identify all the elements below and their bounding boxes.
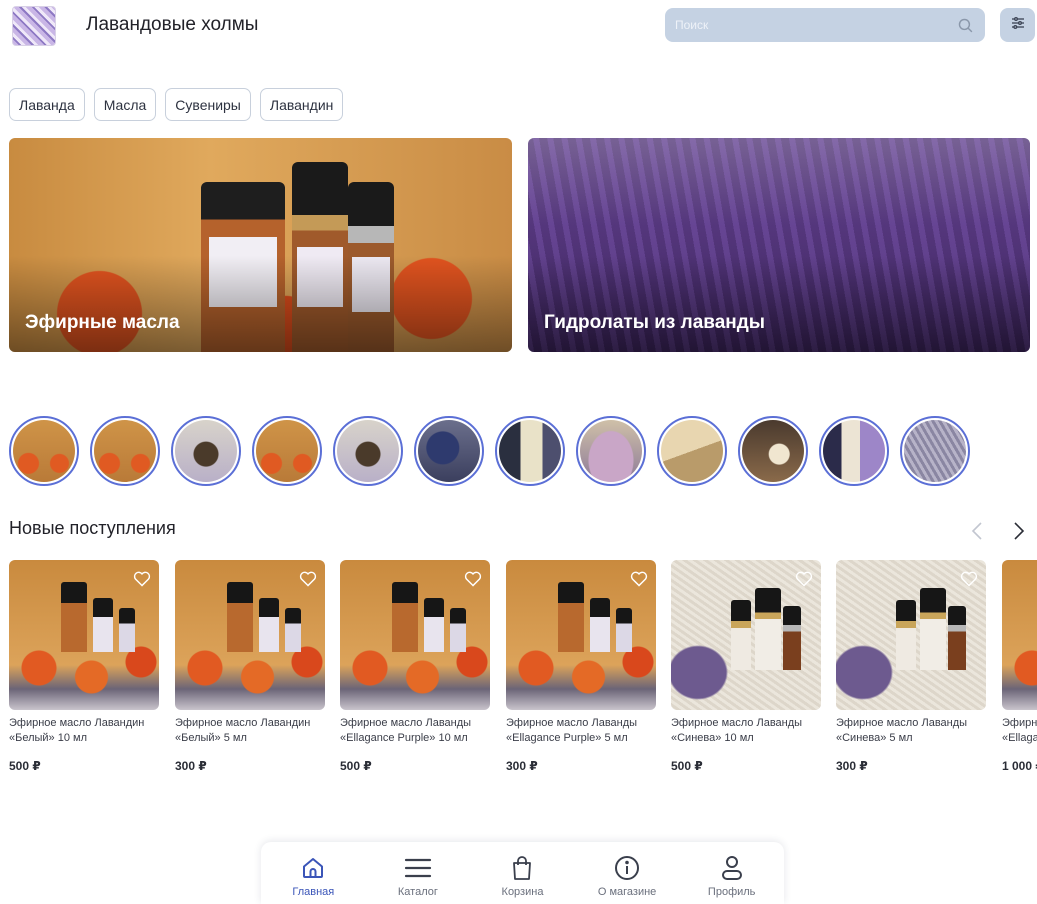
- story-item[interactable]: [576, 416, 646, 486]
- story-item[interactable]: [414, 416, 484, 486]
- search-icon[interactable]: [955, 15, 975, 35]
- story-item[interactable]: [900, 416, 970, 486]
- product-image[interactable]: [836, 560, 986, 710]
- chip-lavanda[interactable]: Лаванда: [9, 88, 85, 121]
- story-item[interactable]: [738, 416, 808, 486]
- product-price: 300 ₽: [175, 759, 207, 773]
- product-name[interactable]: Эфирное масло Лаванды «Ellagance Purple»…: [340, 716, 490, 746]
- product-card[interactable]: Эфирное масло Лаванды «Синева» 10 мл 500…: [671, 560, 821, 773]
- product-image[interactable]: [9, 560, 159, 710]
- product-card[interactable]: Эфирное масло Лаванды «Ellagance Purple»…: [340, 560, 490, 773]
- products-carousel: Эфирное масло Лавандин «Белый» 10 мл 500…: [9, 560, 1037, 790]
- sliders-icon: [1010, 15, 1026, 36]
- nav-home-label: Главная: [292, 886, 335, 898]
- banner-title: Гидролаты из лаванды: [544, 312, 766, 333]
- stories-row: [9, 416, 970, 486]
- product-price: 300 ₽: [506, 759, 538, 773]
- home-icon: [298, 854, 328, 882]
- favorite-heart-icon[interactable]: [131, 568, 153, 590]
- chevron-left-icon: [971, 521, 983, 546]
- search-bar[interactable]: [665, 8, 985, 42]
- nav-about[interactable]: О магазине: [582, 854, 672, 904]
- story-item[interactable]: [657, 416, 727, 486]
- product-name[interactable]: Эфирное масло Лаванды «Ellagance Purple»…: [506, 716, 656, 746]
- product-price: 300 ₽: [836, 759, 868, 773]
- product-name[interactable]: Эфирное масло Лаванды «Синева» 5 мл: [836, 716, 986, 746]
- product-name[interactable]: Эфирное масло Лавандин «Белый» 10 мл: [9, 716, 159, 746]
- nav-home[interactable]: Главная: [268, 854, 358, 904]
- nav-catalog-label: Каталог: [397, 886, 438, 898]
- product-image[interactable]: [671, 560, 821, 710]
- product-image[interactable]: [506, 560, 656, 710]
- favorite-heart-icon[interactable]: [462, 568, 484, 590]
- story-item[interactable]: [495, 416, 565, 486]
- product-image[interactable]: [1002, 560, 1037, 710]
- nav-profile-label: Профиль: [707, 886, 756, 898]
- app-title: Лавандовые холмы: [86, 14, 259, 35]
- story-item[interactable]: [333, 416, 403, 486]
- story-item[interactable]: [252, 416, 322, 486]
- chip-masla[interactable]: Масла: [93, 88, 157, 121]
- filter-button[interactable]: [1000, 8, 1035, 42]
- product-card[interactable]: Эфирное масло Лаванды «Синева» 5 мл 300 …: [836, 560, 986, 773]
- favorite-heart-icon[interactable]: [958, 568, 980, 590]
- carousel-next-button[interactable]: [1005, 518, 1033, 548]
- bottom-navigation: Главная Каталог Корзина О магазине Профи…: [261, 842, 784, 904]
- product-price: 500 ₽: [9, 759, 41, 773]
- info-icon: [612, 854, 642, 882]
- story-item[interactable]: [90, 416, 160, 486]
- nav-cart[interactable]: Корзина: [477, 854, 567, 904]
- search-input[interactable]: [675, 18, 955, 32]
- banner-title: Эфирные масла: [25, 312, 180, 333]
- story-item[interactable]: [819, 416, 889, 486]
- user-icon: [717, 854, 747, 882]
- nav-about-label: О магазине: [597, 886, 657, 898]
- nav-catalog[interactable]: Каталог: [373, 854, 463, 904]
- favorite-heart-icon[interactable]: [628, 568, 650, 590]
- chip-suveniry[interactable]: Сувениры: [165, 88, 251, 121]
- story-item[interactable]: [171, 416, 241, 486]
- product-image[interactable]: [175, 560, 325, 710]
- favorite-heart-icon[interactable]: [793, 568, 815, 590]
- product-card[interactable]: Эфирное масло Лавандин «Белый» 5 мл 300 …: [175, 560, 325, 773]
- section-title-new-arrivals: Новые поступления: [9, 518, 176, 538]
- product-name[interactable]: Эфирное масло Лаванды «Ellagance Purple»…: [1002, 716, 1037, 746]
- story-item[interactable]: [9, 416, 79, 486]
- product-card[interactable]: Эфирное масло Лаванды «Ellagance Purple»…: [506, 560, 656, 773]
- chip-lavandin[interactable]: Лавандин: [259, 88, 344, 121]
- logo[interactable]: [12, 6, 56, 46]
- product-price: 500 ₽: [671, 759, 703, 773]
- product-price: 500 ₽: [340, 759, 372, 773]
- nav-profile[interactable]: Профиль: [687, 854, 777, 904]
- chevron-right-icon: [1013, 521, 1025, 546]
- banner-hydrolats[interactable]: Гидролаты из лаванды: [528, 138, 1030, 352]
- product-price: 1 000 ₽: [1002, 759, 1037, 773]
- category-chips: Лаванда Масла Сувениры Лавандин: [9, 88, 344, 121]
- product-image[interactable]: [340, 560, 490, 710]
- bag-icon: [507, 854, 537, 882]
- banner-essential-oils[interactable]: Эфирные масла: [9, 138, 512, 352]
- favorite-heart-icon[interactable]: [297, 568, 319, 590]
- carousel-prev-button[interactable]: [963, 518, 991, 548]
- product-name[interactable]: Эфирное масло Лавандин «Белый» 5 мл: [175, 716, 325, 746]
- product-name[interactable]: Эфирное масло Лаванды «Синева» 10 мл: [671, 716, 821, 746]
- nav-cart-label: Корзина: [501, 886, 544, 898]
- menu-icon: [403, 854, 433, 882]
- product-card[interactable]: Эфирное масло Лавандин «Белый» 10 мл 500…: [9, 560, 159, 773]
- product-card[interactable]: Эфирное масло Лаванды «Ellagance Purple»…: [1002, 560, 1037, 773]
